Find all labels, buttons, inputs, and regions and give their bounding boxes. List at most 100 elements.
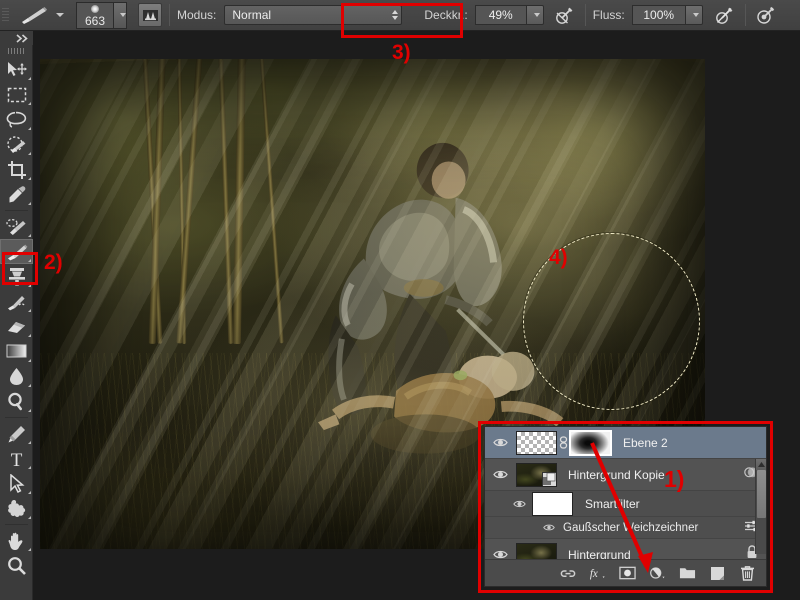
- flow-input[interactable]: 100%: [631, 5, 686, 25]
- type-tool[interactable]: T: [0, 446, 33, 471]
- clone-stamp-icon: [8, 268, 25, 286]
- layer-row[interactable]: Smartfilter: [485, 491, 766, 517]
- brush-tool[interactable]: [0, 239, 33, 264]
- new-adjustment-layer-button[interactable]: [649, 565, 666, 582]
- quick-selection-tool[interactable]: [0, 132, 33, 157]
- crop-tool[interactable]: [0, 157, 33, 182]
- opacity-input[interactable]: 49%: [474, 5, 527, 25]
- blur-tool[interactable]: [0, 364, 33, 389]
- history-brush-tool[interactable]: [0, 289, 33, 314]
- opacity-dropdown-button[interactable]: [526, 5, 544, 25]
- layer-thumbnail[interactable]: [516, 430, 557, 455]
- smart-filter-visibility-toggle[interactable]: [485, 499, 532, 509]
- clone-stamp-tool[interactable]: [0, 264, 33, 289]
- layer-row[interactable]: Hintergrund Kopie: [485, 459, 766, 491]
- path-selection-tool[interactable]: [0, 471, 33, 496]
- dodge-icon: [7, 392, 22, 411]
- healing-brush-icon: [5, 218, 26, 235]
- layer-row[interactable]: Ebene 2: [485, 427, 766, 459]
- tool-flyout-indicator: [28, 202, 31, 205]
- spot-healing-brush-tool[interactable]: [0, 214, 33, 239]
- opacity-pressure-toggle[interactable]: [552, 3, 578, 27]
- crop-icon: [7, 160, 26, 179]
- rectangular-marquee-tool[interactable]: [0, 82, 33, 107]
- magnifier-icon: [8, 557, 26, 575]
- layer-name: Ebene 2: [623, 435, 668, 450]
- dodge-tool[interactable]: [0, 389, 33, 414]
- folder-icon: [679, 568, 696, 579]
- custom-shape-tool[interactable]: [0, 496, 33, 521]
- blend-mode-select[interactable]: Normal: [224, 5, 403, 25]
- smart-object-badge-icon: [542, 471, 556, 486]
- options-bar-grip[interactable]: [0, 0, 11, 31]
- panel-scrollbar[interactable]: [755, 459, 766, 554]
- flow-value: 100%: [643, 8, 675, 22]
- layer-name: Hintergrund Kopie: [568, 467, 665, 482]
- scroll-up-arrow-icon[interactable]: [756, 459, 766, 470]
- layer-row[interactable]: Gaußscher Weichzeichner: [485, 517, 766, 539]
- pen-tool[interactable]: [0, 421, 33, 446]
- layer-style-button[interactable]: fx: [589, 565, 606, 582]
- hand-icon: [8, 532, 23, 550]
- delete-layer-button[interactable]: [739, 565, 756, 582]
- eye-icon: [493, 470, 508, 479]
- layer-visibility-toggle[interactable]: [485, 437, 516, 448]
- lasso-tool[interactable]: [0, 107, 33, 132]
- eraser-tool[interactable]: [0, 314, 33, 339]
- brush-preset-chevron-down-icon[interactable]: [56, 13, 64, 17]
- tablet-pressure-size-toggle[interactable]: [138, 3, 162, 27]
- tool-flyout-indicator: [28, 409, 31, 412]
- tool-flyout-indicator: [28, 516, 31, 519]
- layer-mask-link-icon[interactable]: [557, 436, 569, 449]
- toolbox-divider: [4, 210, 28, 211]
- scrollbar-thumb[interactable]: [757, 470, 766, 518]
- smart-filter-mask-thumbnail[interactable]: [532, 491, 573, 516]
- airbrush-strikethrough-icon: [716, 7, 733, 24]
- move-tool-icon: [7, 61, 27, 76]
- tool-options-bar: 663 Modus: Normal Deckkr.: 49% Fluss: 10…: [0, 0, 800, 31]
- move-tool[interactable]: [0, 57, 33, 82]
- mode-label: Modus:: [177, 8, 217, 22]
- annotation-label-4: 4): [549, 246, 568, 269]
- layer-visibility-toggle[interactable]: [485, 469, 516, 480]
- zoom-tool[interactable]: [0, 553, 33, 578]
- layer-thumbnail[interactable]: [516, 462, 557, 487]
- toolbox-collapse-button[interactable]: [0, 31, 33, 45]
- marquee-icon: [7, 87, 26, 102]
- tool-flyout-indicator: [28, 127, 31, 130]
- tool-flyout-indicator: [28, 309, 31, 312]
- flow-pressure-toggle[interactable]: [712, 3, 738, 27]
- path-arrow-icon: [9, 474, 25, 493]
- flow-dropdown-button[interactable]: [685, 5, 703, 25]
- eyedropper-tool[interactable]: [0, 182, 33, 207]
- gradient-tool[interactable]: [0, 339, 33, 364]
- annotation-label-2: 2): [44, 251, 63, 274]
- smart-filter-item-visibility-toggle[interactable]: [485, 523, 557, 532]
- brush-tip-preview: [91, 4, 99, 13]
- symmetry-painting-button[interactable]: [753, 3, 779, 27]
- hand-tool[interactable]: [0, 528, 33, 553]
- tool-flyout-indicator: [28, 284, 31, 287]
- link-layers-button[interactable]: [559, 565, 576, 582]
- new-group-button[interactable]: [679, 565, 696, 582]
- layer-mask-thumbnail[interactable]: [569, 429, 612, 456]
- annotation-label-3: 3): [392, 41, 411, 64]
- layers-panel-footer: fx: [485, 559, 766, 586]
- brush-preset-picker[interactable]: [17, 4, 51, 26]
- pen-icon: [8, 425, 25, 442]
- tool-flyout-indicator: [28, 491, 31, 494]
- toolbox-grip[interactable]: [0, 45, 33, 57]
- half-filled-circle-icon: [650, 567, 665, 579]
- brush-size-field[interactable]: 663: [76, 1, 114, 29]
- tool-flyout-indicator: [28, 359, 31, 362]
- new-layer-button[interactable]: [709, 565, 726, 582]
- layers-panel[interactable]: Ebene 2 Hintergrund Kopie Smartfilter Ga…: [484, 426, 767, 587]
- airbrush-pressure-opacity-icon: [556, 7, 573, 24]
- brush-size-dropdown-button[interactable]: [114, 1, 127, 29]
- add-layer-mask-button[interactable]: [619, 565, 636, 582]
- tool-flyout-indicator: [28, 102, 31, 105]
- eraser-icon: [8, 321, 25, 333]
- gradient-icon: [6, 344, 27, 358]
- chain-link-icon: [560, 569, 575, 577]
- tool-flyout-indicator: [28, 548, 31, 551]
